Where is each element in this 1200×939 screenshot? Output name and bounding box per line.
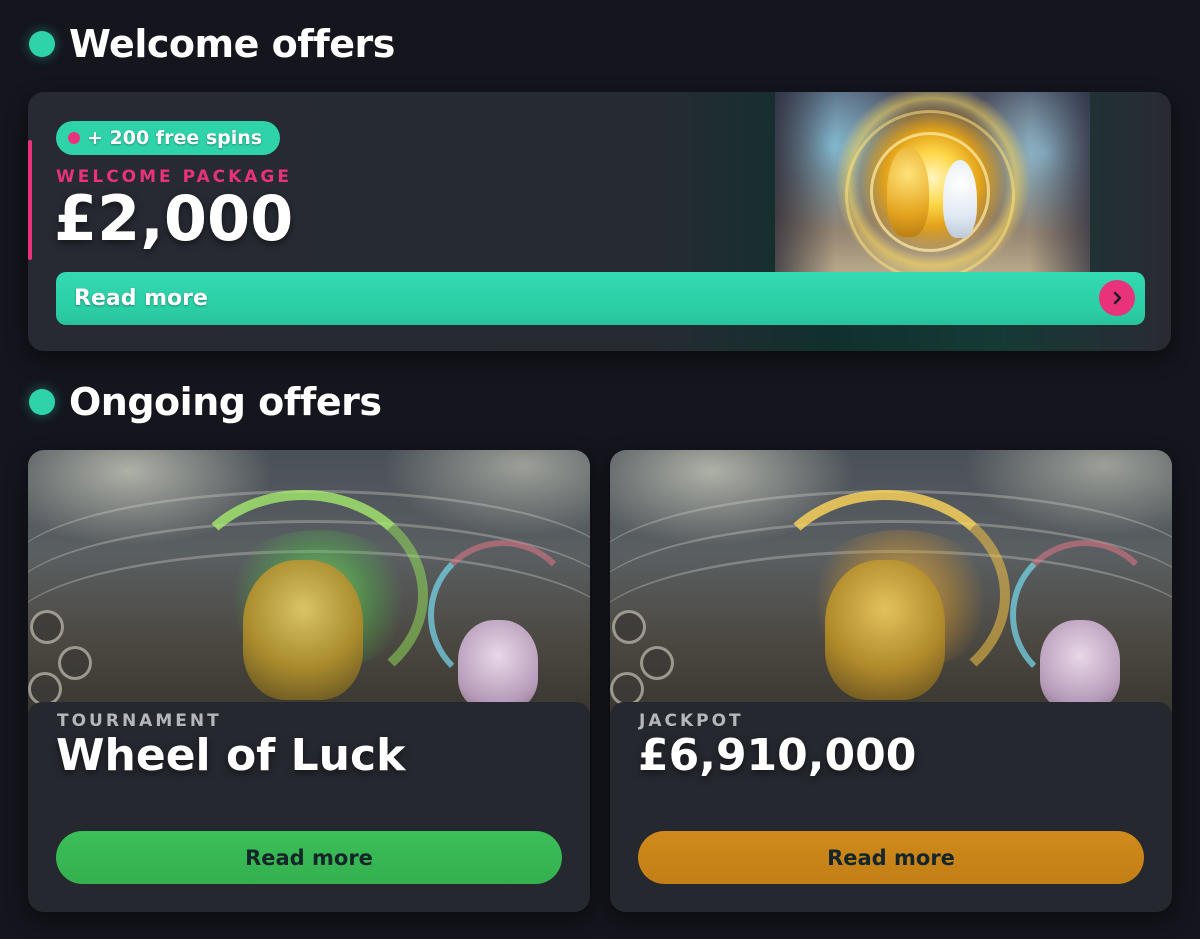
tournament-title: Wheel of Luck [56,730,406,781]
jackpot-offer-info: JACKPOT £6,910,000 Read more [610,702,1172,912]
pink-dot-icon [68,132,80,144]
jackpot-amount: £6,910,000 [638,730,917,781]
welcome-read-more-label: Read more [74,286,208,311]
welcome-package-card[interactable]: + 200 free spins WELCOME PACKAGE £2,000 … [28,92,1171,351]
jackpot-read-more-button[interactable]: Read more [638,831,1144,884]
tournament-read-more-label: Read more [245,845,373,870]
jackpot-promo-image [610,450,1172,712]
ongoing-offers-title: Ongoing offers [69,380,382,424]
chevron-right-icon[interactable] [1099,280,1135,316]
ongoing-offers-heading: Ongoing offers [29,380,382,424]
tournament-read-more-button[interactable]: Read more [56,831,562,884]
tournament-promo-image [28,450,590,712]
free-spins-badge: + 200 free spins [56,121,281,155]
section-dot-icon [29,389,55,415]
welcome-accent-bar [28,140,32,260]
tournament-offer-info: TOURNAMENT Wheel of Luck Read more [28,702,590,912]
jackpot-read-more-label: Read more [827,845,955,870]
section-dot-icon [29,31,55,57]
tournament-label: TOURNAMENT [57,711,222,731]
welcome-read-more-button[interactable]: Read more [56,272,1145,325]
welcome-promo-image [775,92,1090,280]
welcome-offers-title: Welcome offers [69,22,395,66]
jackpot-offer-card[interactable]: JACKPOT £6,910,000 Read more [610,450,1172,912]
tournament-offer-card[interactable]: TOURNAMENT Wheel of Luck Read more [28,450,590,912]
jackpot-label: JACKPOT [639,711,744,731]
welcome-package-amount: £2,000 [54,182,294,255]
welcome-offers-heading: Welcome offers [29,22,395,66]
free-spins-label: + 200 free spins [87,127,263,149]
